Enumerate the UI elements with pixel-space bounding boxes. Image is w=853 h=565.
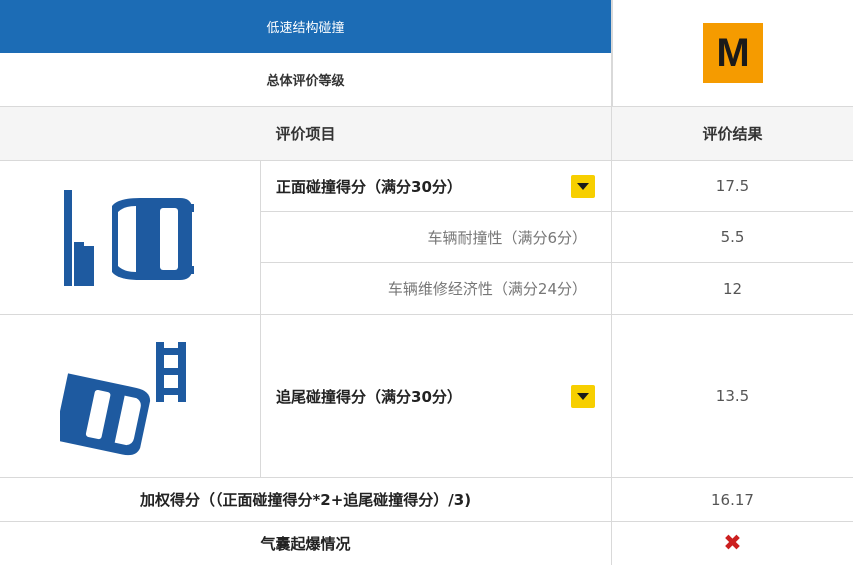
front-collision-icon	[64, 189, 194, 286]
repair-economy-label: 车辆维修经济性（满分24分）	[387, 280, 587, 298]
weighted-score-row: 加权得分（（正面碰撞得分*2+追尾碰撞得分）/3)	[0, 478, 612, 522]
front-collision-row[interactable]: 正面碰撞得分（满分30分）	[261, 161, 612, 212]
column-header-result-text: 评价结果	[702, 125, 763, 143]
column-header-result: 评价结果	[612, 107, 853, 161]
rear-collision-row[interactable]: 追尾碰撞得分（满分30分）	[261, 315, 612, 478]
crashworthiness-label: 车辆耐撞性（满分6分）	[427, 228, 587, 247]
front-collision-value-cell: 17.5	[612, 161, 853, 212]
repair-economy-row: 车辆维修经济性（满分24分）	[261, 263, 612, 315]
crashworthiness-value-cell: 5.5	[612, 212, 853, 263]
overall-rating-label: 总体评价等级	[0, 53, 612, 107]
airbag-deployment-row: 气囊起爆情况	[0, 522, 612, 565]
weighted-score-value-cell: 16.17	[612, 478, 853, 522]
column-header-item: 评价项目	[0, 107, 612, 161]
rear-collision-value: 13.5	[715, 387, 750, 405]
rear-collision-icon-cell	[0, 315, 261, 478]
crashworthiness-value: 5.5	[720, 228, 745, 246]
front-collision-value: 17.5	[715, 177, 750, 195]
rear-collision-value-cell: 13.5	[612, 315, 853, 478]
front-collision-icon-cell	[0, 161, 261, 315]
front-collision-label: 正面碰撞得分（满分30分）	[276, 177, 462, 196]
weighted-score-value: 16.17	[711, 490, 754, 509]
front-collision-expand-button[interactable]	[571, 175, 595, 198]
rear-collision-label: 追尾碰撞得分（满分30分）	[276, 387, 462, 406]
section-title-text: 低速结构碰撞	[266, 21, 345, 36]
column-header-item-text: 评价项目	[275, 125, 336, 143]
evaluation-table: 低速结构碰撞 总体评价等级 M 评价项目 评价结果 正面碰撞得分（满分30分） …	[0, 0, 853, 565]
overall-rating-text: 总体评价等级	[266, 74, 345, 89]
chevron-down-icon	[577, 393, 589, 400]
grade-badge: M	[703, 23, 763, 83]
airbag-deployment-label: 气囊起爆情况	[260, 535, 351, 553]
repair-economy-value-cell: 12	[612, 263, 853, 315]
overall-grade-cell: M	[612, 0, 853, 107]
cross-icon: ✖	[723, 531, 742, 556]
section-title: 低速结构碰撞	[0, 0, 612, 53]
weighted-score-label: 加权得分（（正面碰撞得分*2+追尾碰撞得分）/3)	[139, 491, 472, 509]
rear-collision-icon	[60, 342, 186, 456]
chevron-down-icon	[577, 183, 589, 190]
crashworthiness-row: 车辆耐撞性（满分6分）	[261, 212, 612, 263]
airbag-deployment-result-cell: ✖	[612, 522, 853, 565]
rear-collision-expand-button[interactable]	[571, 385, 595, 408]
repair-economy-value: 12	[722, 279, 743, 298]
